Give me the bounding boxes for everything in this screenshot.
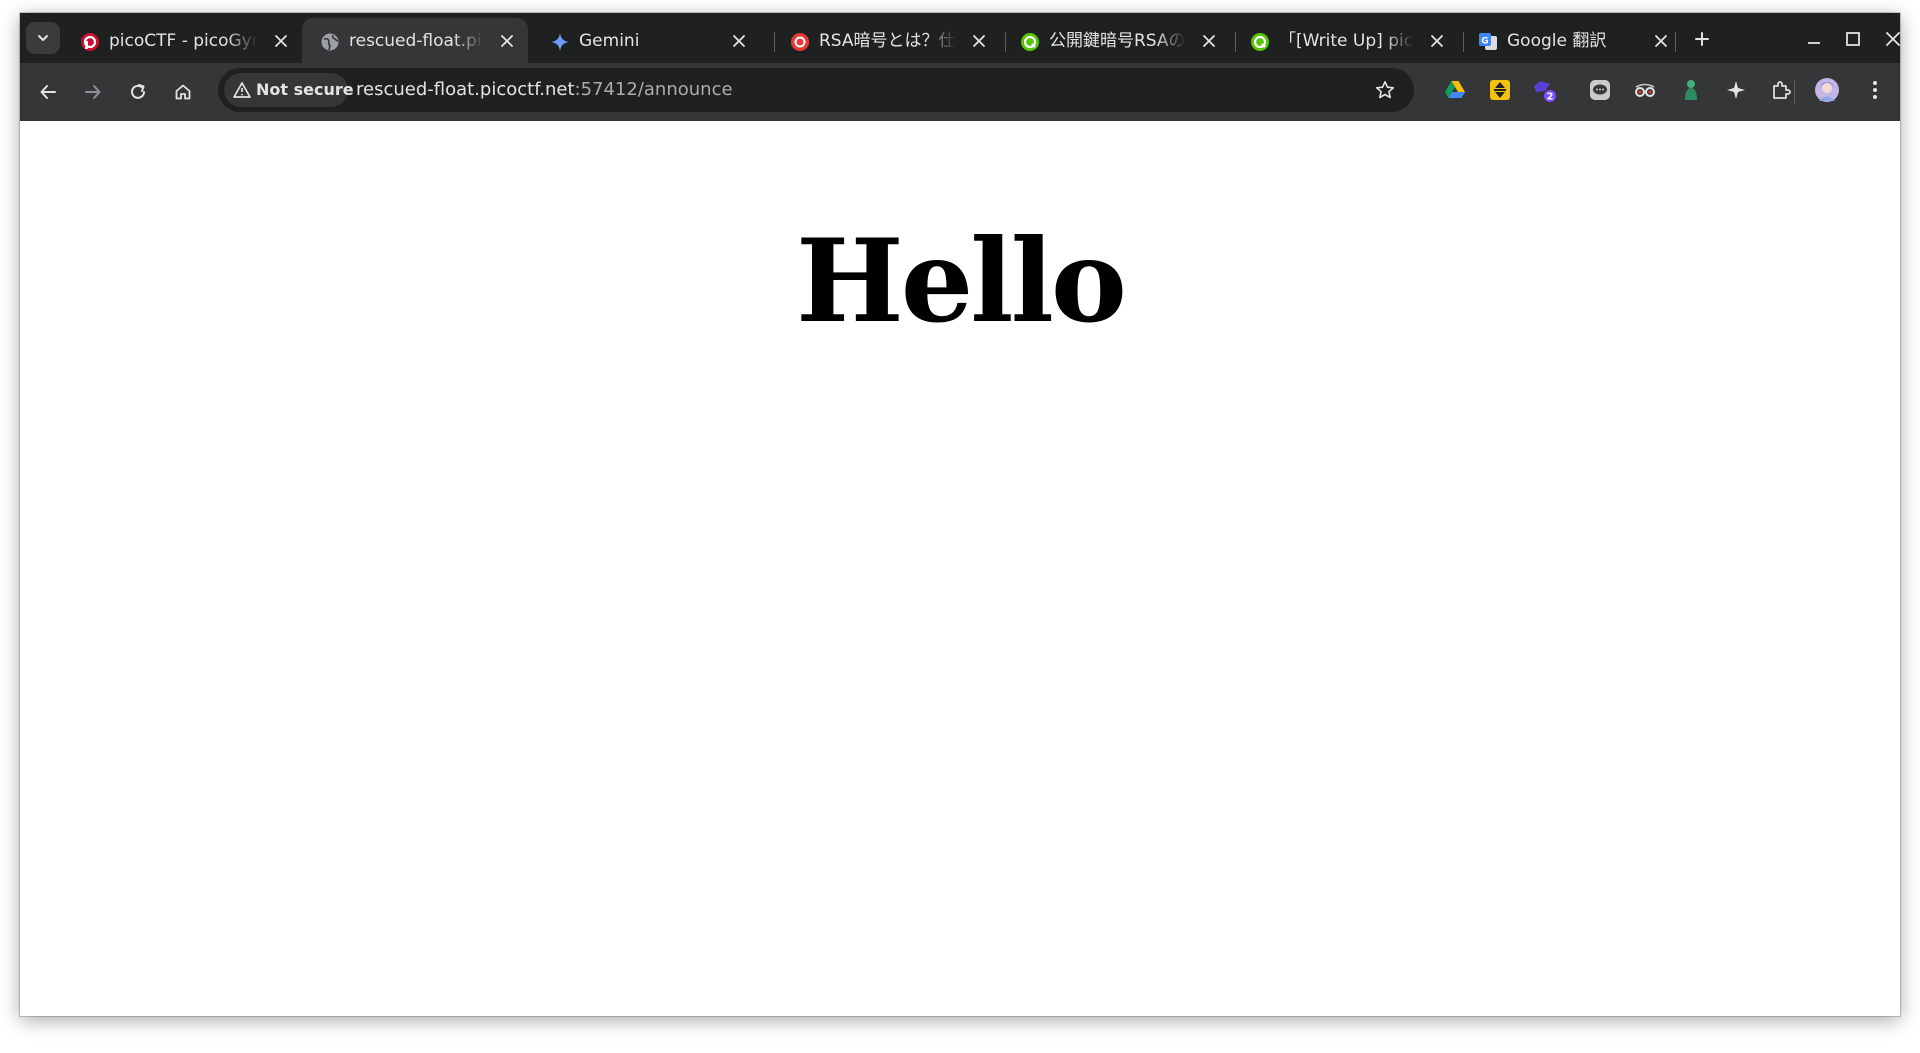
extension-badge: 2 <box>1547 92 1554 103</box>
home-button[interactable] <box>167 76 199 108</box>
arrow-left-icon <box>40 85 56 99</box>
tab-title: picoCTF - picoGym Practice Challenges <box>109 31 258 51</box>
more-menu-icon[interactable] <box>1862 77 1888 103</box>
close-icon[interactable] <box>270 30 292 52</box>
gemini-icon <box>550 32 570 52</box>
tab-writeup[interactable]: 「[Write Up] picoCTF <box>1232 18 1458 63</box>
plus-icon <box>1695 32 1709 46</box>
page-heading: Hello <box>796 214 1127 348</box>
yellow-arrows-extension-icon[interactable] <box>1487 77 1513 103</box>
chat-bubble-icon[interactable] <box>1587 77 1613 103</box>
green-figure-icon[interactable] <box>1678 77 1704 103</box>
tab-rsa[interactable]: RSA暗号とは？仕組 <box>772 18 1000 63</box>
arrow-right-icon <box>85 85 101 99</box>
green-circle-icon <box>1250 32 1270 52</box>
globe-icon <box>320 32 340 52</box>
url-text[interactable]: rescued-float.picoctf.net:57412/announce <box>356 79 733 101</box>
new-tab-button[interactable] <box>1688 25 1716 53</box>
home-icon <box>175 84 191 100</box>
security-label: Not secure <box>256 80 354 99</box>
google-translate-icon: G <box>1478 32 1498 52</box>
close-icon[interactable] <box>1426 30 1448 52</box>
minimize-icon <box>1808 42 1820 44</box>
browser-window: picoCTF - picoGym Practice Challenges re… <box>20 13 1900 1016</box>
tab-separator <box>1675 32 1676 52</box>
close-icon[interactable] <box>1198 30 1220 52</box>
tab-picoctf[interactable]: picoCTF - picoGym Practice Challenges <box>62 18 302 63</box>
chevron-down-icon <box>38 35 48 41</box>
tab-title: 公開鍵暗号RSAの数 <box>1049 31 1186 51</box>
green-circle-icon <box>1020 32 1040 52</box>
tab-title: Google 翻訳 <box>1507 31 1607 51</box>
toolbar: Not secure rescued-float.picoctf.net:574… <box>20 63 1900 121</box>
close-icon[interactable] <box>728 30 750 52</box>
tab-gemini[interactable]: Gemini <box>532 18 760 63</box>
tab-title: 「[Write Up] picoCTF <box>1279 31 1414 51</box>
maximize-button[interactable] <box>1839 25 1867 53</box>
forward-button[interactable] <box>77 76 109 108</box>
url-path: :57412/announce <box>574 79 733 100</box>
url-host: rescued-float.picoctf.net <box>356 79 575 100</box>
tab-title: RSA暗号とは？仕組 <box>819 31 956 51</box>
close-icon[interactable] <box>496 30 518 52</box>
tab-title: rescued-float.picoctf.net:57412/announce <box>349 31 484 51</box>
tab-google-translate[interactable]: G Google 翻訳 <box>1460 18 1682 63</box>
warning-icon <box>233 82 251 98</box>
red-circle-icon <box>790 32 810 52</box>
sparkle-icon[interactable] <box>1723 77 1749 103</box>
address-bar[interactable]: Not secure rescued-float.picoctf.net:574… <box>218 68 1414 112</box>
profile-avatar-icon[interactable] <box>1814 77 1840 103</box>
close-icon[interactable] <box>1650 30 1672 52</box>
purple-extension-icon[interactable]: 2 <box>1531 77 1557 103</box>
reload-icon <box>131 84 145 99</box>
back-button[interactable] <box>32 76 64 108</box>
security-chip[interactable]: Not secure <box>224 73 354 107</box>
picoctf-icon <box>80 32 100 52</box>
tab-strip: picoCTF - picoGym Practice Challenges re… <box>20 13 1900 63</box>
tab-search-button[interactable] <box>26 22 60 54</box>
close-icon[interactable] <box>968 30 990 52</box>
toolbar-separator <box>1794 80 1795 104</box>
tab-rsa-math[interactable]: 公開鍵暗号RSAの数 <box>1002 18 1230 63</box>
page-content: Hello <box>20 121 1900 1016</box>
glasses-icon[interactable] <box>1632 77 1658 103</box>
bookmark-star-icon[interactable] <box>1374 79 1396 101</box>
tab-rescued-float[interactable]: rescued-float.picoctf.net:57412/announce <box>302 18 528 63</box>
maximize-icon <box>1846 32 1860 46</box>
close-window-button[interactable] <box>1879 25 1900 53</box>
close-icon <box>1886 32 1900 46</box>
minimize-button[interactable] <box>1800 25 1828 53</box>
svg-text:G: G <box>1481 37 1488 47</box>
extensions-puzzle-icon[interactable] <box>1768 77 1794 103</box>
reload-button[interactable] <box>122 76 154 108</box>
google-drive-icon[interactable] <box>1442 77 1468 103</box>
tab-title: Gemini <box>579 31 640 51</box>
